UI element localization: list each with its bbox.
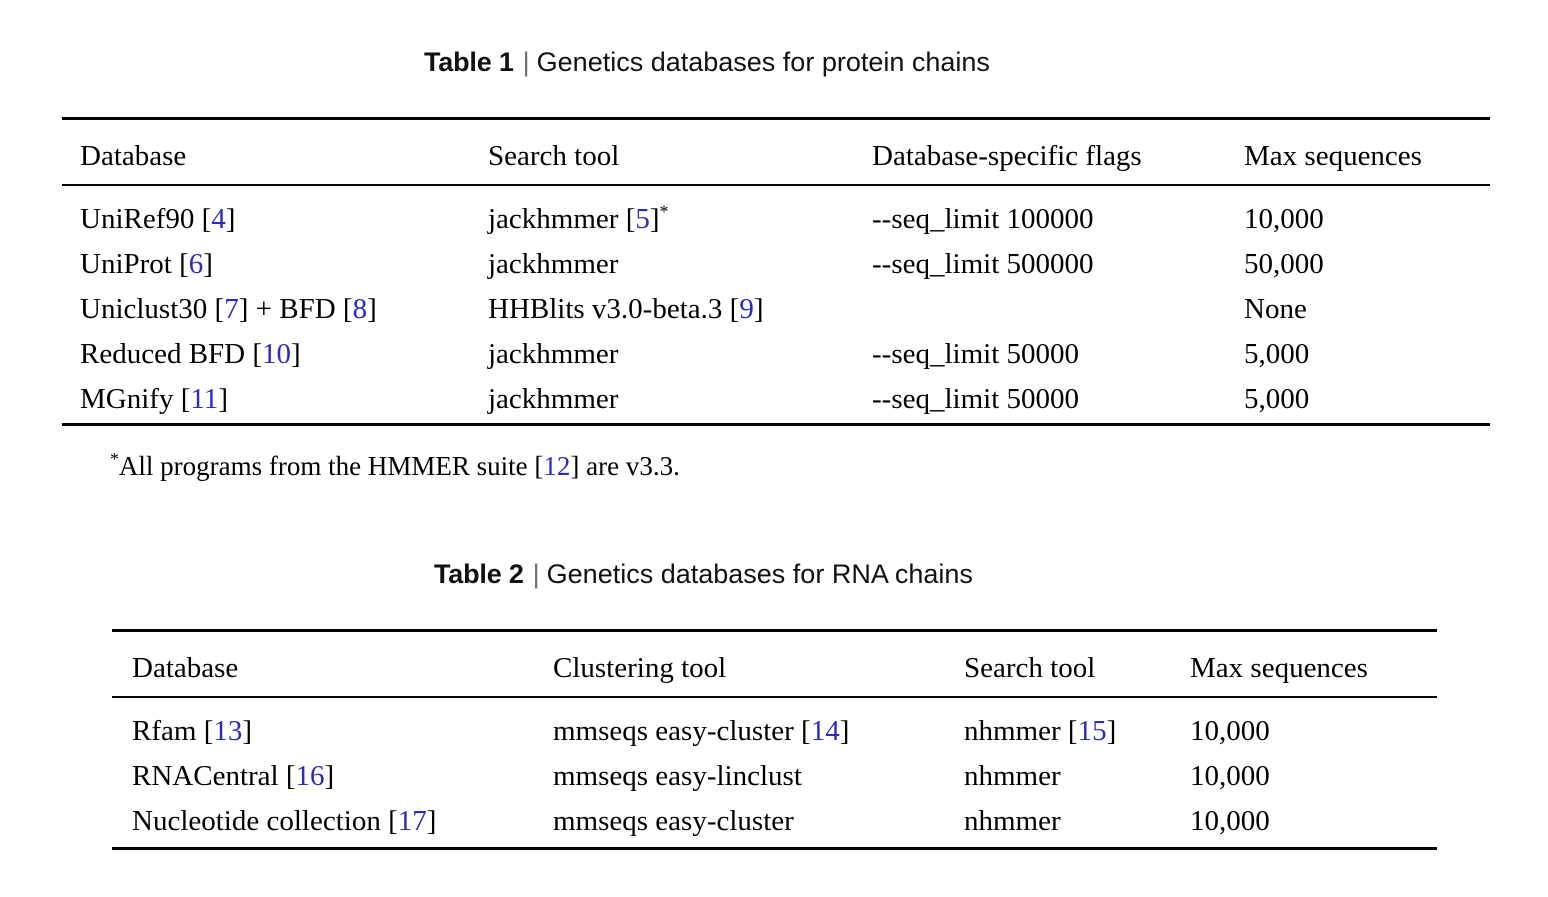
table1-row4-database: MGnify [11] [80,383,228,415]
table1-row3-database: Reduced BFD [10] [80,338,301,370]
db-name: RNACentral [132,760,279,792]
table1-row2-search-tool: HHBlits v3.0-beta.3 [9] [488,293,764,325]
table1-footnote: *All programs from the HMMER suite [12] … [110,449,680,481]
table1-row0-flags: --seq_limit 100000 [872,203,1094,235]
table1-row0-max-sequences: 10,000 [1244,203,1324,235]
table2-caption-text: Genetics databases for RNA chains [546,559,973,589]
table1-row4-flags: --seq_limit 50000 [872,383,1080,415]
table1-row3-max-sequences: 5,000 [1244,338,1310,370]
table2-header-max-sequences: Max sequences [1190,652,1368,684]
table2: Database Clustering tool Search tool Max… [112,624,1437,856]
footnote-marker: * [659,201,669,222]
table2-row0-database: Rfam [13] [132,715,253,747]
citation-link[interactable]: 14 [811,715,840,747]
citation-link[interactable]: 17 [398,805,427,837]
table2-row0-max-sequences: 10,000 [1190,715,1270,747]
table2-row1-search-tool: nhmmer [964,760,1061,792]
table2-row1-database: RNACentral [16] [132,760,335,792]
db-name: UniRef90 [80,203,195,235]
db-name: Uniclust30 [80,293,208,325]
table1-row2-max-sequences: None [1244,293,1307,325]
tool-name: jackhmmer [488,203,619,235]
table1-header-database: Database [80,140,187,172]
db-name: MGnify [80,383,174,415]
table2-row2-clustering-tool: mmseqs easy-cluster [553,805,794,837]
table2-caption: Table 2 | Genetics databases for RNA chain… [434,557,973,591]
table1-header-max-sequences: Max sequences [1244,140,1422,172]
table1-caption: Table 1 | Genetics databases for protein c… [424,45,990,79]
table2-row2-max-sequences: 10,000 [1190,805,1270,837]
table1: Database Search tool Database-specific f… [62,112,1490,432]
table2-row0-search-tool: nhmmer [15] [964,715,1117,747]
table2-row2-search-tool: nhmmer [964,805,1061,837]
table1-header-rule [62,184,1490,186]
table1-top-rule [62,117,1490,120]
tool-name: nhmmer [964,715,1061,747]
citation-link[interactable]: 6 [189,248,204,280]
citation-link[interactable]: 13 [213,715,242,747]
table1-row2-database: Uniclust30 [7] + BFD [8] [80,293,377,325]
citation-link[interactable]: 15 [1078,715,1107,747]
citation-link[interactable]: 10 [262,338,291,370]
table1-row3-search-tool: jackhmmer [488,338,619,370]
table1-caption-label: Table 1 [424,47,514,77]
citation-link[interactable]: 8 [353,293,368,325]
table1-row4-max-sequences: 5,000 [1244,383,1310,415]
citation-link[interactable]: 5 [635,203,650,235]
table1-row1-database: UniProt [6] [80,248,213,280]
db-name: UniProt [80,248,172,280]
table1-header-search-tool: Search tool [488,140,620,172]
db-name: Rfam [132,715,197,747]
db-name: Nucleotide collection [132,805,381,837]
table1-header-flags: Database-specific flags [872,140,1142,172]
table1-row1-max-sequences: 50,000 [1244,248,1324,280]
table2-header-search-tool: Search tool [964,652,1096,684]
table1-row0-search-tool: jackhmmer [5]* [488,201,669,235]
table2-caption-label: Table 2 [434,559,524,589]
table2-header-database: Database [132,652,239,684]
table1-row0-database: UniRef90 [4] [80,203,236,235]
table2-header-rule [112,696,1437,698]
citation-link[interactable]: 9 [739,293,754,325]
citation-link[interactable]: 12 [543,451,570,481]
table2-header-clustering-tool: Clustering tool [553,652,727,684]
table2-row2-database: Nucleotide collection [17] [132,805,437,837]
table2-row1-max-sequences: 10,000 [1190,760,1270,792]
footnote-star: * [110,449,119,469]
table2-row0-clustering-tool: mmseqs easy-cluster [14] [553,715,850,747]
footnote-text-after: are v3.3. [579,451,680,481]
table1-row4-search-tool: jackhmmer [488,383,619,415]
table2-row1-clustering-tool: mmseqs easy-linclust [553,760,802,792]
table2-caption-separator: | [532,559,540,589]
citation-link[interactable]: 16 [296,760,325,792]
tool-name: mmseqs easy-cluster [553,715,794,747]
citation-link[interactable]: 11 [190,383,218,415]
footnote-text-before: All programs from the HMMER suite [118,451,535,481]
table1-row3-flags: --seq_limit 50000 [872,338,1080,370]
db-extra: + BFD [255,293,336,325]
table2-bottom-rule [112,847,1437,850]
table1-caption-separator: | [522,47,530,77]
citation-link[interactable]: 7 [224,293,239,325]
table2-top-rule [112,629,1437,632]
tool-name: HHBlits v3.0-beta.3 [488,293,723,325]
table1-bottom-rule [62,423,1490,426]
db-name: Reduced BFD [80,338,246,370]
table1-caption-text: Genetics databases for protein chains [536,47,990,77]
table1-row1-search-tool: jackhmmer [488,248,619,280]
table1-row1-flags: --seq_limit 500000 [872,248,1094,280]
citation-link[interactable]: 4 [211,203,226,235]
